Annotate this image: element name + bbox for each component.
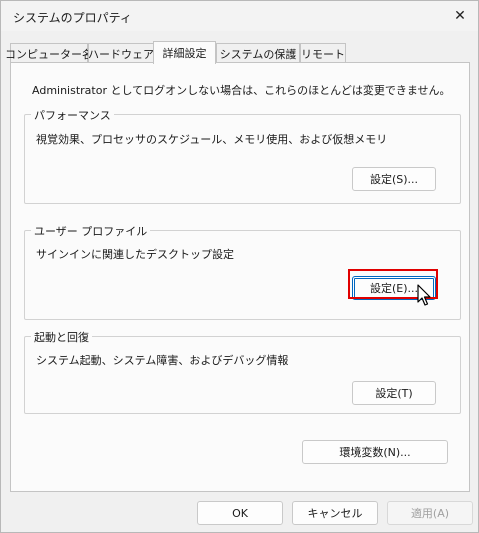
user-profile-group: ユーザー プロファイル サインインに関連したデスクトップ設定 設定(E)... [24,223,461,320]
ok-button[interactable]: OK [197,501,283,525]
startup-recovery-group-label: 起動と回復 [31,329,92,345]
apply-button[interactable]: 適用(A) [387,501,473,525]
system-properties-window: システムのプロパティ ✕ コンピューター名 ハードウェア 詳細設定 システムの保… [0,0,479,533]
tab-advanced[interactable]: 詳細設定 [153,41,216,64]
close-icon: ✕ [454,8,466,24]
tab-remote[interactable]: リモート [300,43,346,63]
startup-recovery-settings-button[interactable]: 設定(T) [352,381,436,405]
tab-hardware[interactable]: ハードウェア [88,43,154,63]
user-profile-group-label: ユーザー プロファイル [31,223,151,239]
mouse-pointer-icon [417,284,431,306]
tab-system-protection[interactable]: システムの保護 [216,43,300,63]
close-button[interactable]: ✕ [442,1,478,31]
advanced-panel: Administrator としてログオンしない場合は、これらのほとんどは変更で… [10,62,470,492]
startup-recovery-group: 起動と回復 システム起動、システム障害、およびデバッグ情報 設定(T) [24,329,461,414]
performance-group-label: パフォーマンス [31,107,114,123]
performance-description: 視覚効果、プロセッサのスケジュール、メモリ使用、および仮想メモリ [36,133,388,146]
performance-settings-button[interactable]: 設定(S)... [352,167,436,191]
performance-group: パフォーマンス 視覚効果、プロセッサのスケジュール、メモリ使用、および仮想メモリ… [24,107,461,204]
tab-computer-name[interactable]: コンピューター名 [5,43,93,63]
startup-recovery-description: システム起動、システム障害、およびデバッグ情報 [36,354,289,367]
title-bar: システムのプロパティ ✕ [1,1,478,31]
user-profile-description: サインインに関連したデスクトップ設定 [36,248,234,261]
environment-variables-button[interactable]: 環境変数(N)... [302,440,448,464]
cancel-button[interactable]: キャンセル [292,501,378,525]
admin-note: Administrator としてログオンしない場合は、これらのほとんどは変更で… [32,84,451,97]
dialog-footer: OK キャンセル 適用(A) [1,498,478,532]
window-title: システムのプロパティ [13,11,132,25]
